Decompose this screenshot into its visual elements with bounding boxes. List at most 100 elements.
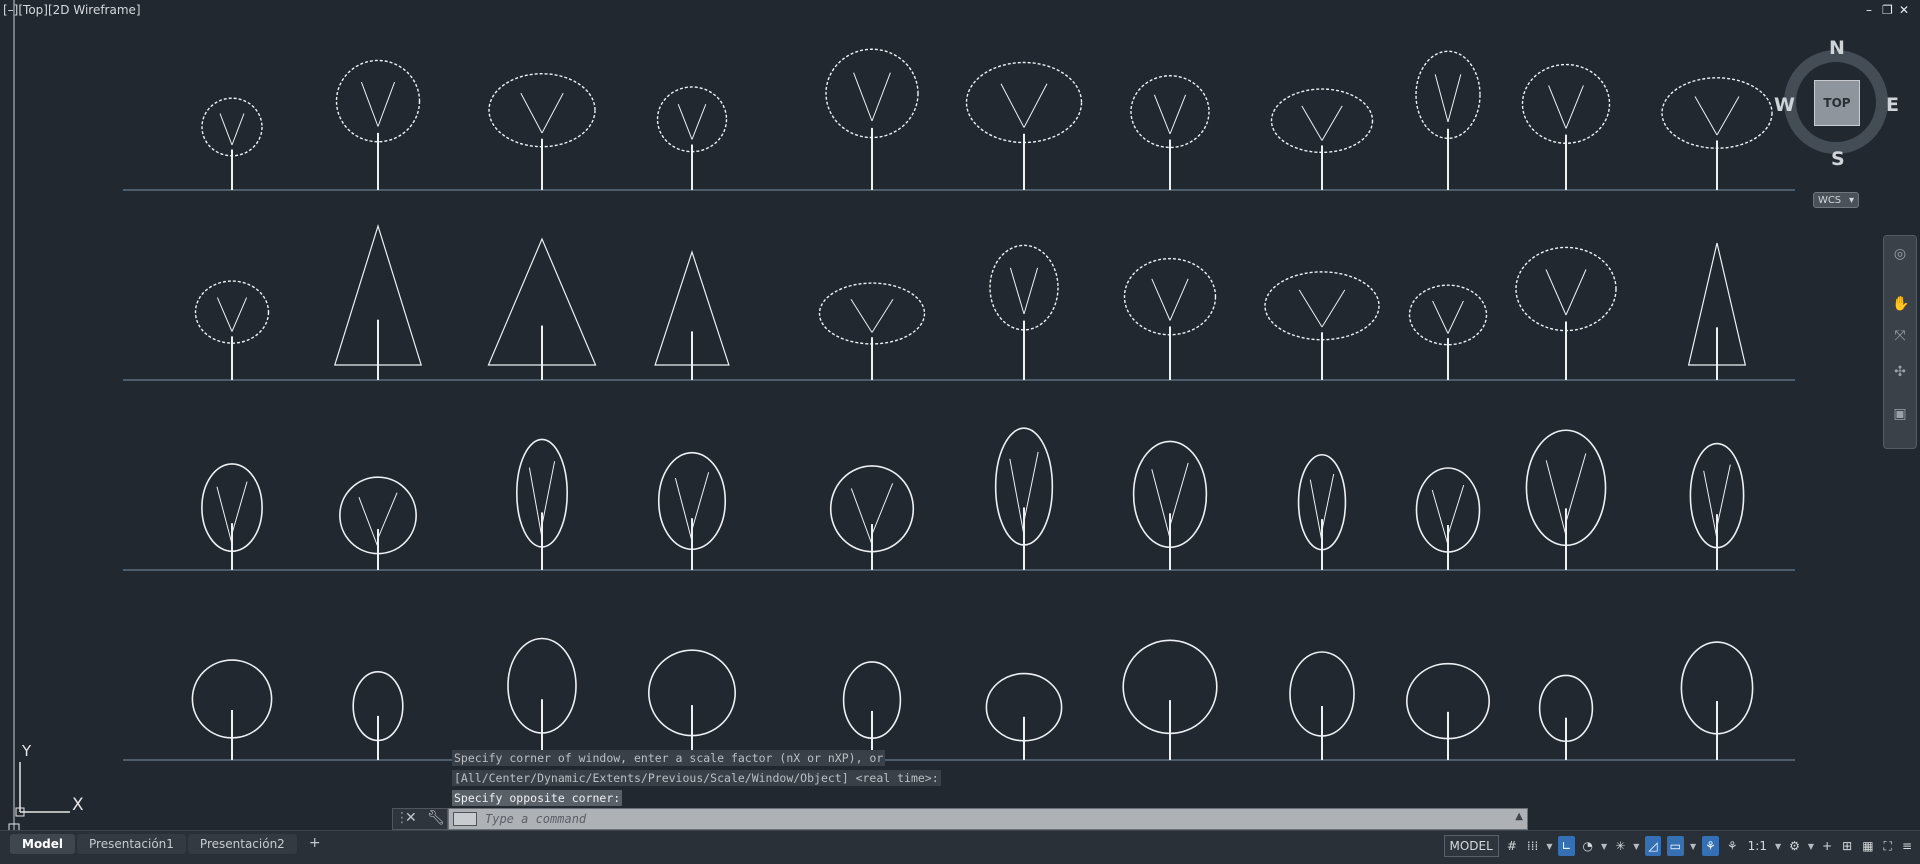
- leafy-tree-crown: [488, 73, 596, 148]
- otrack-icon[interactable]: ▭: [1666, 836, 1684, 856]
- leafy-tree-crown: [1130, 75, 1210, 149]
- tree-branch: [1023, 267, 1039, 315]
- tab-presentacion2[interactable]: Presentación2: [187, 834, 297, 854]
- showmotion-icon[interactable]: ▣: [1892, 406, 1908, 422]
- tree-branch: [691, 103, 707, 140]
- crown-vein: [1321, 473, 1335, 531]
- tree-branch: [1009, 267, 1025, 315]
- annotation-visibility-icon[interactable]: ⚘: [1702, 836, 1719, 856]
- tree-branch: [850, 298, 873, 333]
- hardware-accel-icon[interactable]: ▦: [1860, 836, 1875, 856]
- orbit-icon[interactable]: ✣: [1892, 364, 1908, 380]
- leafy-tree-crown: [1270, 88, 1374, 154]
- tree-branch: [377, 81, 396, 127]
- viewcube-top-face[interactable]: TOP: [1814, 80, 1860, 126]
- close-icon[interactable]: ✕: [405, 810, 417, 826]
- leafy-tree-crown: [194, 280, 270, 344]
- command-input[interactable]: [485, 810, 1505, 828]
- pan-hand-icon[interactable]: ✋: [1892, 296, 1909, 312]
- customize-menu-icon[interactable]: ≡: [1900, 836, 1914, 856]
- chevron-down-icon[interactable]: ▼: [1808, 842, 1814, 851]
- ucs-x-axis-label: X: [72, 795, 84, 815]
- customize-wrench-icon[interactable]: 🔧︎: [427, 810, 445, 826]
- tree-branch: [1153, 94, 1171, 135]
- command-line-controls: ⋮ ✕ 🔧︎: [392, 808, 448, 830]
- workspace-gear-icon[interactable]: ⚙: [1787, 836, 1802, 856]
- leafy-tree-crown: [201, 97, 263, 157]
- add-icon[interactable]: +: [1820, 836, 1834, 856]
- crown-vein: [1309, 479, 1323, 542]
- compass-east[interactable]: E: [1886, 94, 1899, 116]
- crown-vein: [1565, 453, 1587, 523]
- tree-branch: [360, 81, 379, 127]
- tab-presentacion1[interactable]: Presentación1: [77, 834, 186, 854]
- tree-branch: [219, 113, 233, 146]
- tree-branch: [1432, 300, 1449, 334]
- leafy-tree-crown: [1515, 246, 1617, 332]
- tree-branch: [1565, 269, 1587, 316]
- crown-vein: [358, 497, 379, 548]
- crown-vein: [541, 461, 556, 526]
- drawing-viewport[interactable]: [–][Top][2D Wireframe] – ❐ ✕ Y X N S W E…: [0, 0, 1920, 830]
- autoscale-icon[interactable]: ⚘: [1725, 836, 1740, 856]
- chevron-down-icon[interactable]: ▼: [1775, 842, 1781, 851]
- tree-branch: [231, 113, 245, 146]
- compass-south[interactable]: S: [1831, 148, 1845, 170]
- grid-icon[interactable]: #: [1505, 836, 1519, 856]
- tree-branch: [1301, 105, 1323, 141]
- chevron-down-icon[interactable]: ▼: [1546, 842, 1552, 851]
- crown-vein: [1716, 464, 1731, 527]
- tree-branch: [677, 103, 693, 140]
- polar-icon[interactable]: ◔: [1581, 836, 1595, 856]
- isolate-icon[interactable]: ⊞: [1840, 836, 1854, 856]
- tree-branch: [1321, 105, 1343, 141]
- chevron-down-icon[interactable]: ▼: [1633, 842, 1639, 851]
- navigation-bar[interactable]: ◎ ✋ ⤧ ✣ ▣: [1883, 235, 1917, 449]
- osnap-icon[interactable]: ◿: [1645, 836, 1661, 856]
- tree-branch: [1447, 74, 1462, 123]
- chevron-down-icon[interactable]: ▼: [1601, 842, 1607, 851]
- tree-branch: [1447, 300, 1464, 334]
- chevron-up-icon[interactable]: ▲: [1515, 811, 1523, 822]
- ucs-y-axis-label: Y: [22, 742, 32, 760]
- leafy-tree-crown: [335, 59, 421, 143]
- crown-vein: [377, 492, 398, 539]
- leafy-tree-crown: [825, 48, 919, 139]
- crown-vein: [871, 483, 894, 535]
- command-line[interactable]: ▲: [448, 808, 1528, 830]
- steering-wheel-icon[interactable]: ◎: [1892, 246, 1908, 262]
- crown-vein: [1545, 460, 1567, 536]
- wcs-menu[interactable]: WCS ▾: [1813, 192, 1859, 208]
- tree-branch: [1000, 83, 1025, 128]
- crown-vein: [1009, 458, 1025, 536]
- tree-branch: [541, 92, 564, 134]
- leafy-tree-crown: [656, 86, 728, 153]
- model-space-button[interactable]: MODEL: [1443, 835, 1499, 857]
- tree-branch: [216, 297, 233, 332]
- tab-model[interactable]: Model: [10, 834, 76, 854]
- crown-vein: [674, 477, 693, 542]
- isodraft-icon[interactable]: ✳: [1613, 836, 1627, 856]
- tree-branch: [871, 298, 894, 333]
- crown-vein: [1169, 462, 1189, 527]
- tree-branch: [1169, 94, 1187, 135]
- command-prompt-icon[interactable]: [453, 812, 477, 826]
- compass-north[interactable]: N: [1829, 37, 1845, 59]
- add-layout-button[interactable]: +: [299, 834, 331, 854]
- command-history-line: Specify corner of window, enter a scale …: [452, 750, 886, 766]
- compass-west[interactable]: W: [1774, 94, 1795, 116]
- layout-tabs: Model Presentación1 Presentación2 +: [10, 834, 331, 854]
- zoom-extents-icon[interactable]: ⤧: [1892, 328, 1908, 344]
- clean-screen-icon[interactable]: ⛶: [1882, 836, 1894, 856]
- chevron-down-icon[interactable]: ▼: [1690, 842, 1696, 851]
- tree-branch: [871, 72, 891, 122]
- crown-vein: [691, 472, 710, 530]
- snap-icon[interactable]: ⁞⁞⁞: [1525, 836, 1540, 856]
- tree-branch: [1321, 289, 1346, 328]
- crown-vein: [1431, 489, 1449, 546]
- leafy-tree-crown: [989, 244, 1059, 331]
- viewcube[interactable]: N S W E TOP: [1774, 37, 1899, 170]
- tree-branch: [1545, 269, 1567, 316]
- ortho-icon[interactable]: ∟: [1558, 836, 1575, 856]
- annotation-scale-value[interactable]: 1:1: [1746, 836, 1769, 856]
